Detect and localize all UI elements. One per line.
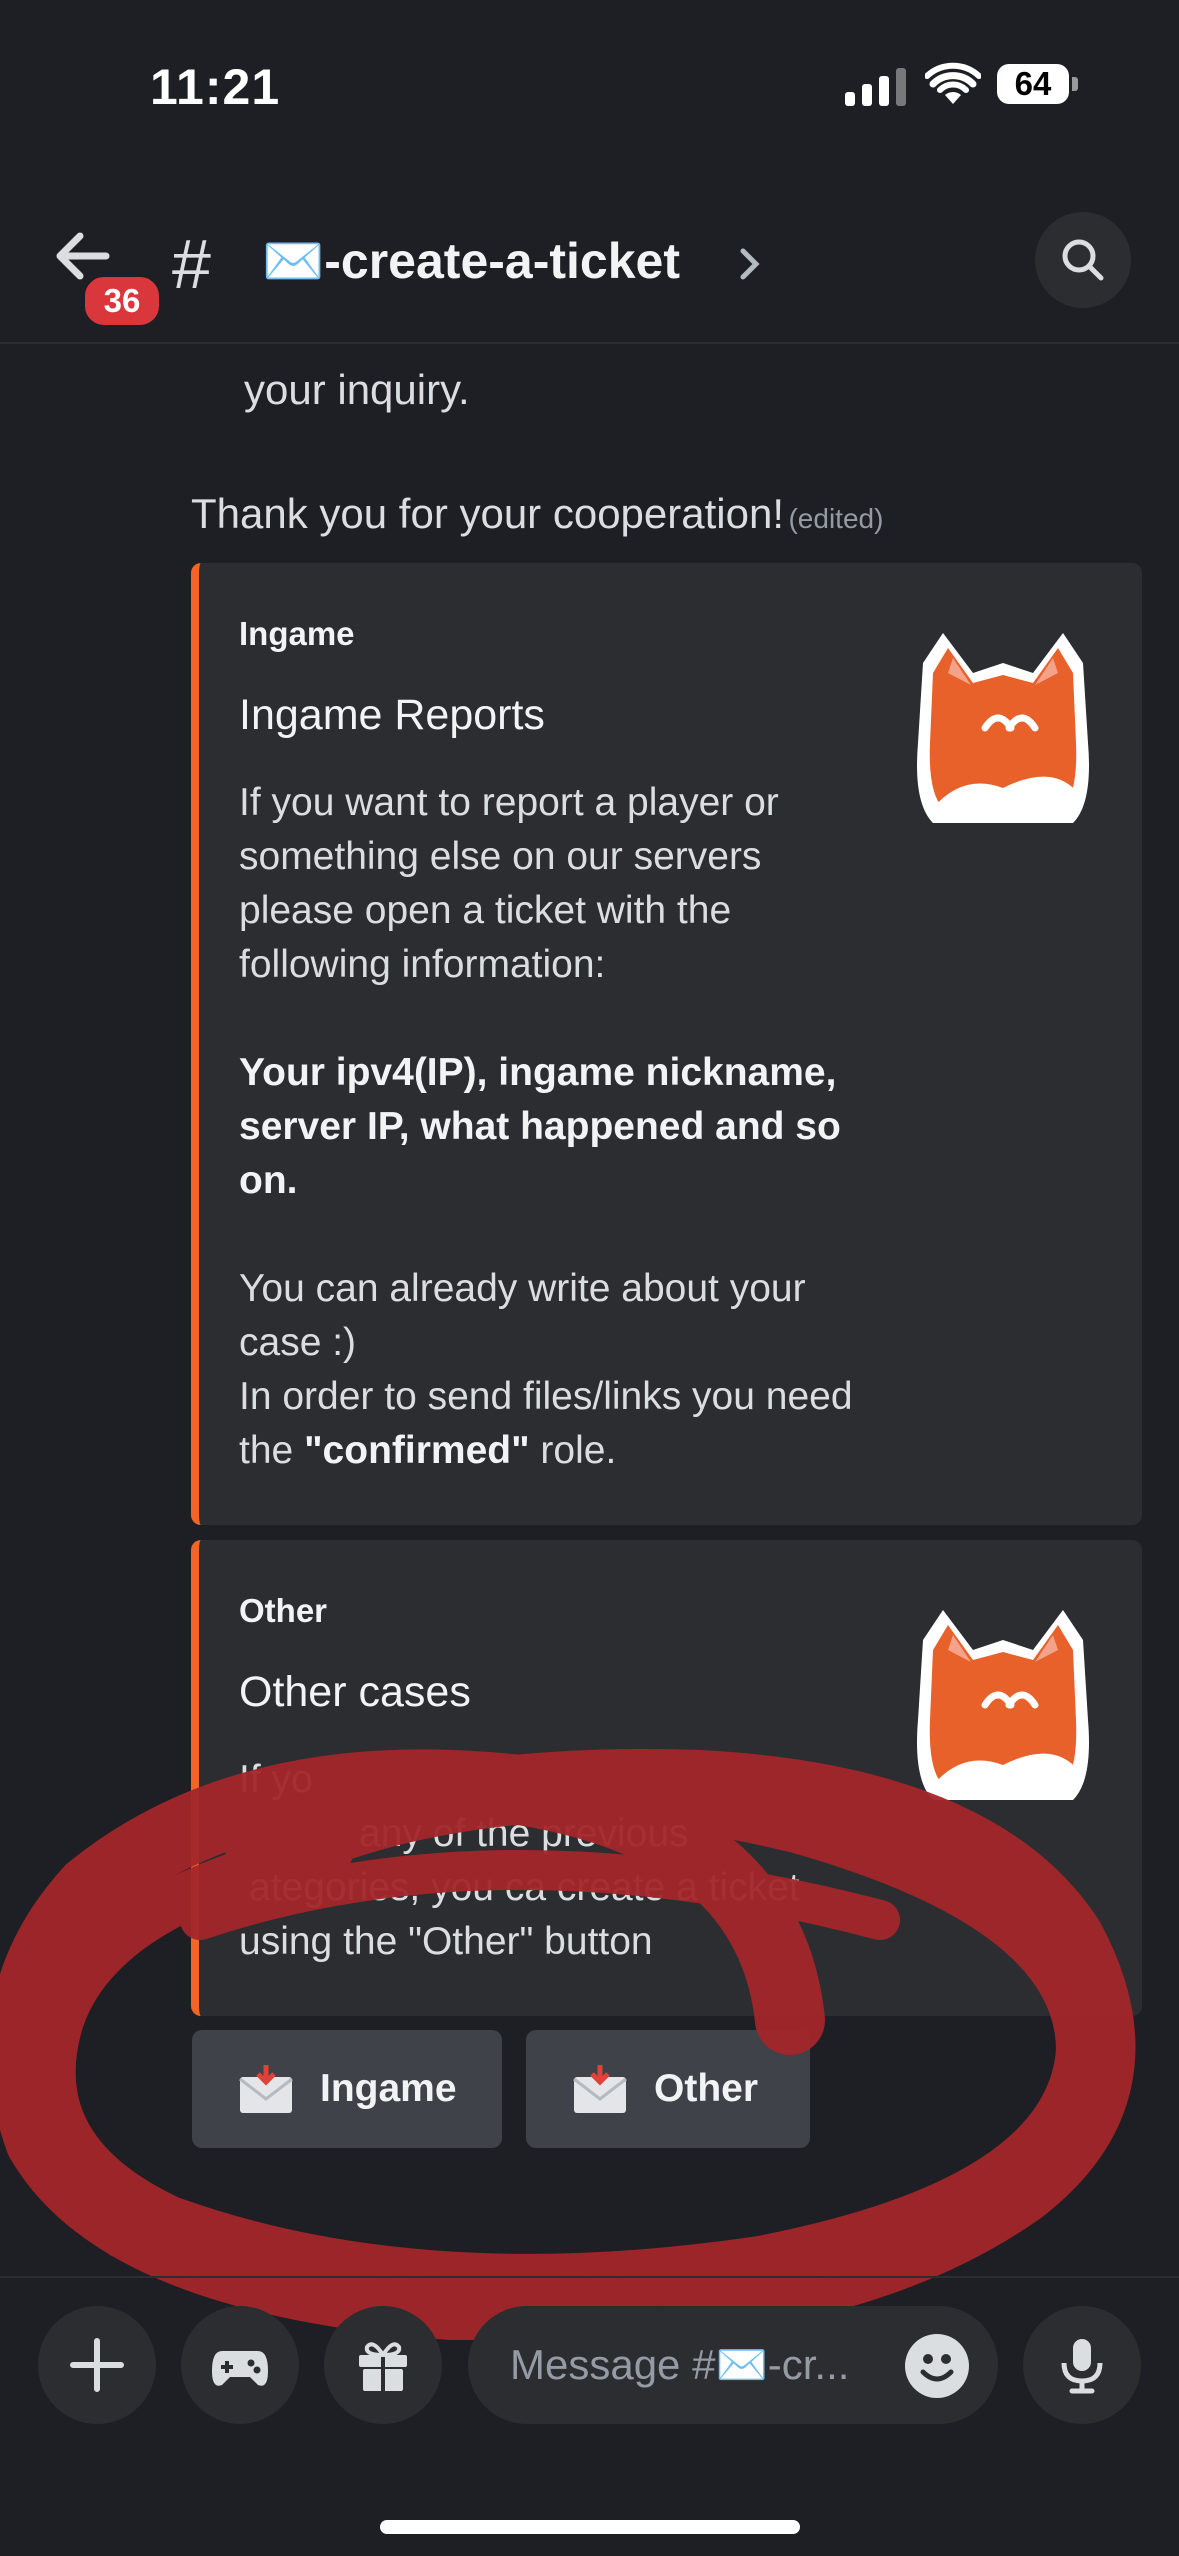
chevron-right-icon[interactable] <box>738 246 762 287</box>
embed-desc-line: If yo <box>239 1758 313 1801</box>
gamepad-icon <box>212 2351 268 2386</box>
envelope-icon <box>239 2065 293 2113</box>
embed-author: Other <box>239 1592 328 1629</box>
embed-ingame: Ingame Ingame Reports If you want to rep… <box>191 563 1142 1525</box>
battery-tip <box>1072 77 1078 91</box>
message-text: Thank you for your cooperation! <box>191 490 785 537</box>
embed-desc-line: using the "Other" button <box>239 1920 653 1963</box>
embed-title: Other cases <box>239 1668 471 1716</box>
edited-label: (edited) <box>788 503 884 534</box>
embed-desc-paragraph: If you want to report a player or someth… <box>239 781 779 986</box>
message-line: Thank you for your cooperation! (edited) <box>191 490 883 538</box>
status-time: 11:21 <box>150 59 281 115</box>
composer-divider <box>0 2276 1179 2278</box>
wifi-icon <box>924 62 982 111</box>
plus-icon <box>70 2338 124 2392</box>
embed-author: Ingame <box>239 615 355 652</box>
header-divider <box>0 342 1179 344</box>
embed-other: Other Other cases If yo any of the previ… <box>191 1540 1142 2016</box>
voice-message-button[interactable] <box>1023 2306 1141 2424</box>
embed-title: Ingame Reports <box>239 691 545 739</box>
battery-icon: 64 <box>997 64 1069 104</box>
channel-hash-icon: # <box>172 225 211 303</box>
other-ticket-button[interactable]: Other <box>526 2030 810 2148</box>
embed-desc-paragraph: You can already write about your case :) <box>239 1267 806 1364</box>
embed-description: If you want to report a player or someth… <box>239 776 879 1478</box>
emoji-icon[interactable] <box>905 2334 969 2398</box>
embed-desc-line: ategories, you ca create a ticket <box>249 1866 800 1909</box>
search-button[interactable] <box>1035 212 1131 308</box>
activities-button[interactable] <box>181 2306 299 2424</box>
fox-mascot-icon <box>903 1600 1103 1815</box>
embed-desc-line: any of the previous <box>359 1812 689 1855</box>
ingame-ticket-button[interactable]: Ingame <box>192 2030 502 2148</box>
button-label: Other <box>654 2067 759 2110</box>
button-label: Ingame <box>320 2067 457 2110</box>
message-text: your inquiry. <box>244 366 470 413</box>
gift-button[interactable] <box>324 2306 442 2424</box>
add-attachment-button[interactable] <box>38 2306 156 2424</box>
embed-desc-bold: Your ipv4(IP), ingame nickname, server I… <box>239 1051 841 1202</box>
search-icon <box>1062 239 1104 281</box>
microphone-icon <box>1061 2339 1103 2394</box>
embed-desc-paragraph: In order to send files/links you need th… <box>239 1375 853 1472</box>
cellular-signal-icon <box>845 68 906 106</box>
home-indicator[interactable] <box>380 2520 800 2534</box>
embed-description: If yo any of the previous ategories, you… <box>239 1753 879 1969</box>
envelope-icon <box>573 2065 627 2113</box>
gift-icon <box>359 2342 407 2391</box>
fox-mascot-icon <box>903 623 1103 838</box>
channel-name[interactable]: ✉️-create-a-ticket <box>262 232 680 291</box>
unread-badge: 36 <box>80 272 164 330</box>
